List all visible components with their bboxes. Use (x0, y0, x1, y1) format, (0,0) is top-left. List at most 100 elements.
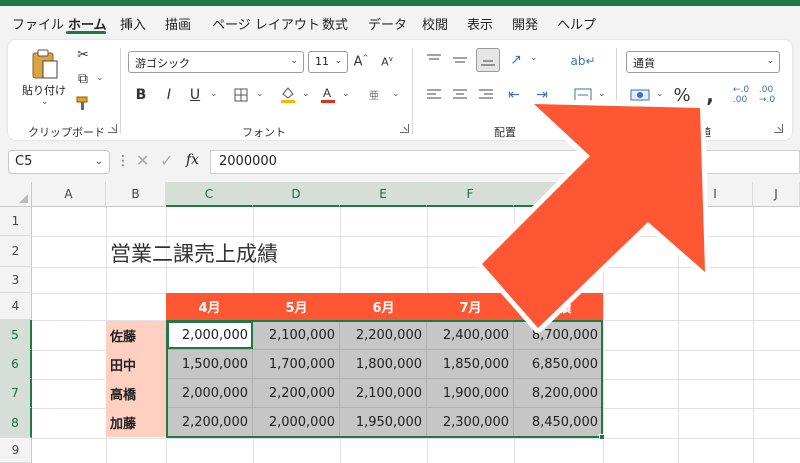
number-format-select[interactable]: 通貨 ⌄ (626, 51, 780, 73)
column-header-j[interactable]: J (753, 182, 800, 207)
column-header-c[interactable]: C (166, 182, 253, 207)
insert-function-icon[interactable]: fx (186, 152, 199, 168)
cancel-entry-icon[interactable]: ✕ (136, 151, 149, 170)
row-header-3[interactable]: 3 (0, 267, 32, 293)
more-options-icon[interactable]: ⋮ (116, 153, 130, 169)
name-cell[interactable]: 高橋 (106, 379, 166, 408)
phonetic-chevron-icon[interactable]: ⌄ (392, 89, 400, 99)
column-header-b[interactable]: B (106, 182, 166, 207)
column-header-g[interactable]: G (514, 182, 603, 207)
orientation-chevron-icon[interactable]: ⌄ (530, 53, 538, 63)
align-middle-button[interactable] (450, 50, 470, 70)
sheet-title[interactable]: 営業二課売上成績 (110, 238, 278, 268)
table-header-cell[interactable]: 実績 (514, 293, 603, 320)
tab-formulas[interactable]: 数式 (322, 14, 348, 33)
tab-help[interactable]: ヘルプ (557, 14, 596, 33)
align-right-button[interactable] (476, 86, 496, 104)
clipboard-launcher-icon[interactable] (108, 124, 117, 133)
phonetic-button[interactable]: 亜 (364, 84, 384, 104)
percent-style-button[interactable]: % (672, 84, 692, 106)
merge-chevron-icon[interactable]: ⌄ (598, 89, 606, 99)
comma-style-button[interactable]: , (700, 83, 720, 107)
column-header-a[interactable]: A (32, 182, 106, 207)
tab-insert[interactable]: 挿入 (120, 14, 146, 33)
increase-indent-button[interactable]: ⇥ (532, 86, 552, 104)
font-name-select[interactable]: 游ゴシック ⌄ (128, 51, 304, 73)
value-cell[interactable]: 2,000,000 (166, 379, 253, 408)
decrease-font-size-button[interactable]: Av (378, 51, 396, 73)
table-header-cell[interactable]: 4月 (166, 293, 253, 320)
confirm-entry-icon[interactable]: ✓ (160, 151, 173, 170)
increase-decimal-button[interactable]: ←.0.00 (730, 84, 752, 106)
value-cell[interactable]: 2,400,000 (427, 321, 514, 350)
orientation-button[interactable]: ↗ (506, 50, 526, 70)
underline-button[interactable]: U (186, 86, 204, 104)
bold-button[interactable]: B (132, 86, 150, 104)
name-box[interactable]: C5 ⌄ (8, 150, 110, 174)
row-header-8[interactable]: 8 (0, 408, 32, 438)
value-cell[interactable]: 2,100,000 (340, 379, 427, 408)
decrease-decimal-button[interactable]: .00 →.0 (756, 84, 778, 106)
table-header-cell[interactable]: 6月 (340, 293, 427, 320)
value-cell[interactable]: 1,950,000 (340, 408, 427, 437)
column-header-i[interactable]: I (678, 182, 753, 207)
font-size-select[interactable]: 11 ⌄ (308, 51, 348, 73)
decrease-indent-button[interactable]: ⇤ (504, 86, 524, 104)
tab-draw[interactable]: 描画 (165, 14, 191, 33)
borders-button[interactable] (232, 86, 250, 104)
align-left-button[interactable] (424, 86, 444, 104)
fill-color-chevron-icon[interactable]: ⌄ (302, 89, 310, 99)
paste-dropdown-chevron-icon[interactable]: ⌄ (41, 97, 49, 107)
accounting-chevron-icon[interactable]: ⌄ (656, 89, 664, 99)
tab-view[interactable]: 表示 (467, 14, 493, 33)
row-header-7[interactable]: 7 (0, 379, 32, 408)
underline-chevron-icon[interactable]: ⌄ (210, 89, 218, 99)
cut-button[interactable]: ✂ (74, 46, 92, 64)
row-header-5[interactable]: 5 (0, 320, 32, 350)
value-cell[interactable]: 2,000,000 (253, 408, 340, 437)
fill-color-button[interactable] (278, 84, 298, 104)
value-cell[interactable]: 2,100,000 (253, 321, 340, 350)
value-cell[interactable]: 6,850,000 (514, 350, 603, 379)
format-painter-button[interactable] (74, 94, 92, 112)
column-header-e[interactable]: E (340, 182, 427, 207)
value-cell[interactable]: 1,800,000 (340, 350, 427, 379)
value-cell[interactable]: 2,200,000 (253, 379, 340, 408)
copy-button[interactable]: ⧉ (74, 70, 92, 88)
font-color-chevron-icon[interactable]: ⌄ (342, 89, 350, 99)
font-color-button[interactable]: A (318, 84, 338, 104)
merge-center-button[interactable] (572, 86, 594, 104)
value-cell[interactable]: 1,850,000 (427, 350, 514, 379)
value-cell[interactable]: 2,200,000 (166, 408, 253, 437)
value-cell[interactable]: 1,500,000 (166, 350, 253, 379)
column-header-f[interactable]: F (427, 182, 514, 207)
number-launcher-icon[interactable] (774, 124, 783, 133)
value-cell[interactable]: 1,900,000 (427, 379, 514, 408)
tab-review[interactable]: 校閲 (422, 14, 448, 33)
accounting-format-button[interactable] (628, 86, 652, 104)
select-all-corner[interactable] (0, 182, 32, 207)
align-center-button[interactable] (450, 86, 470, 104)
paste-button[interactable] (22, 46, 68, 82)
tab-data[interactable]: データ (368, 14, 407, 33)
value-cell[interactable]: 2,300,000 (427, 408, 514, 437)
row-header-6[interactable]: 6 (0, 350, 32, 379)
fill-handle[interactable] (599, 434, 605, 440)
tab-developer[interactable]: 開発 (512, 14, 538, 33)
column-header-h[interactable]: H (603, 182, 678, 207)
name-cell[interactable]: 加藤 (106, 408, 166, 437)
borders-chevron-icon[interactable]: ⌄ (256, 89, 264, 99)
align-bottom-button[interactable] (476, 48, 500, 72)
name-cell[interactable]: 佐藤 (106, 321, 166, 350)
column-header-d[interactable]: D (253, 182, 340, 207)
increase-font-size-button[interactable]: A^ (352, 51, 370, 73)
value-cell[interactable]: 8,700,000 (514, 321, 603, 350)
tab-page-layout[interactable]: ページ レイアウト (212, 14, 320, 33)
font-launcher-icon[interactable] (400, 124, 409, 133)
value-cell[interactable]: 8,450,000 (514, 408, 603, 437)
wrap-text-button[interactable]: ab↵ (570, 52, 595, 70)
tab-file[interactable]: ファイル (12, 14, 64, 33)
value-cell[interactable]: 2,200,000 (340, 321, 427, 350)
row-header-2[interactable]: 2 (0, 236, 32, 267)
copy-chevron-icon[interactable]: ⌄ (96, 73, 104, 83)
